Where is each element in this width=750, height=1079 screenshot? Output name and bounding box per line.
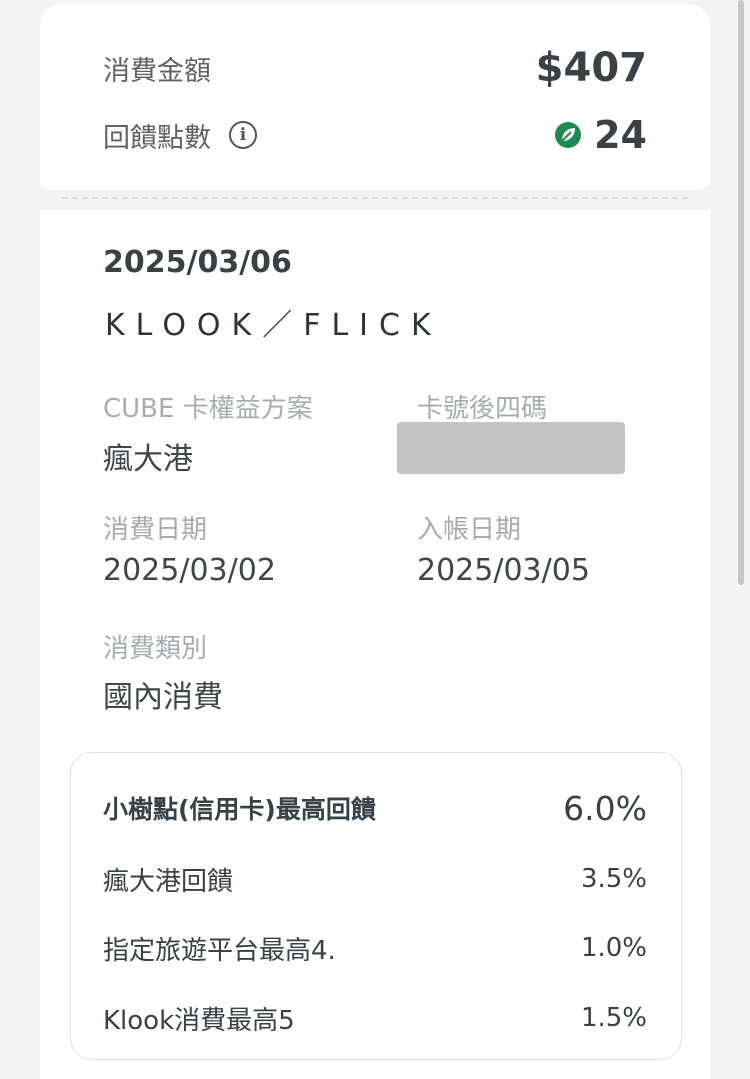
dashed-divider xyxy=(62,197,688,199)
category-value: 國內消費 xyxy=(103,680,223,715)
amount-row: 消費金額 $407 xyxy=(103,44,647,92)
card-last4-redacted xyxy=(397,422,625,474)
rewards-item-label: 指定旅遊平台最高4. xyxy=(103,935,336,966)
points-label: 回饋點數 xyxy=(103,122,211,154)
amount-value: $407 xyxy=(535,45,647,91)
rewards-item: Klook消費最高5 1.5% xyxy=(103,999,647,1037)
post-date-label: 入帳日期 xyxy=(417,515,522,545)
points-value: 24 xyxy=(594,113,647,157)
rewards-total: 6.0% xyxy=(563,788,647,828)
plan-value: 瘋大港 xyxy=(103,442,193,477)
post-date-value: 2025/03/05 xyxy=(417,553,590,588)
spend-date-value: 2025/03/02 xyxy=(103,553,276,588)
rewards-header: 小樹點(信用卡)最高回饋 6.0% xyxy=(103,786,647,830)
scrollbar[interactable] xyxy=(738,0,744,585)
spend-date-label: 消費日期 xyxy=(103,515,208,545)
plan-label: CUBE 卡權益方案 xyxy=(103,394,313,424)
amount-label: 消費金額 xyxy=(103,55,211,87)
rewards-item: 指定旅遊平台最高4. 1.0% xyxy=(103,929,647,967)
card-last4-label: 卡號後四碼 xyxy=(417,394,548,424)
leaf-points-icon xyxy=(555,122,582,148)
category-label: 消費類別 xyxy=(103,634,208,664)
ticket-notch-left xyxy=(28,186,52,210)
points-row: 回饋點數 i 24 xyxy=(103,112,647,158)
rewards-item-value: 3.5% xyxy=(580,864,647,894)
rewards-item-label: 瘋大港回饋 xyxy=(103,866,234,897)
points-label-group: 回饋點數 i xyxy=(103,116,257,155)
merchant-name: KLOOK／FLICK xyxy=(105,308,442,343)
rewards-item-value: 1.5% xyxy=(580,1003,647,1033)
points-group: 24 xyxy=(554,113,647,157)
summary-card xyxy=(40,4,710,190)
rewards-item-label: Klook消費最高5 xyxy=(103,1005,295,1036)
rewards-item: 瘋大港回饋 3.5% xyxy=(103,860,647,898)
rewards-title: 小樹點(信用卡)最高回饋 xyxy=(103,795,376,824)
posted-date-heading: 2025/03/06 xyxy=(103,245,292,280)
info-icon[interactable]: i xyxy=(229,121,257,149)
rewards-item-value: 1.0% xyxy=(580,933,647,963)
ticket-notch-right xyxy=(698,186,722,210)
